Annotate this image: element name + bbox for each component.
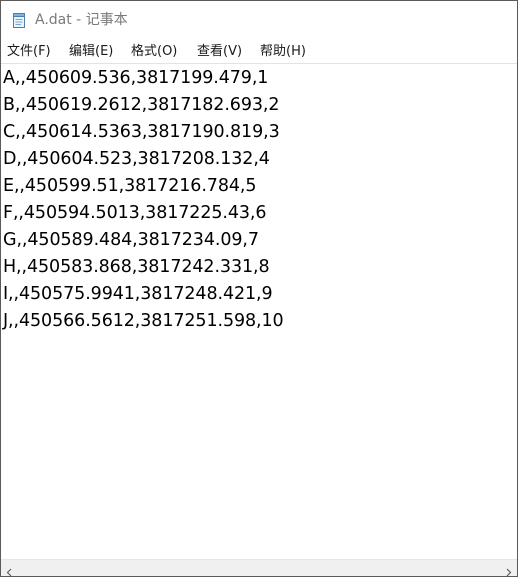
text-line: E,,450599.51,3817216.784,5 — [3, 176, 257, 196]
menu-view[interactable]: 查看(V) — [196, 43, 243, 61]
window-title: A.dat - 记事本 — [35, 12, 128, 28]
chevron-right-icon[interactable] — [503, 563, 514, 576]
horizontal-scrollbar[interactable] — [1, 559, 517, 576]
text-line: C,,450614.5363,3817190.819,3 — [3, 122, 280, 142]
menu-file[interactable]: 文件(F) — [6, 43, 52, 61]
menu-edit[interactable]: 编辑(E) — [68, 43, 114, 61]
text-line: G,,450589.484,3817234.09,7 — [3, 230, 259, 250]
text-line: B,,450619.2612,3817182.693,2 — [3, 95, 280, 115]
text-line: F,,450594.5013,3817225.43,6 — [3, 203, 267, 223]
text-line: J,,450566.5612,3817251.598,10 — [3, 311, 284, 331]
menu-bar: 文件(F) 编辑(E) 格式(O) 查看(V) 帮助(H) — [1, 41, 517, 63]
chevron-left-icon[interactable] — [4, 563, 15, 576]
text-line: I,,450575.9941,3817248.421,9 — [3, 284, 273, 304]
menu-format[interactable]: 格式(O) — [130, 43, 178, 61]
text-line: H,,450583.868,3817242.331,8 — [3, 257, 270, 277]
notepad-window: A.dat - 记事本 文件(F) 编辑(E) 格式(O) 查看(V) 帮助(H… — [0, 0, 518, 577]
notepad-icon[interactable] — [10, 11, 28, 29]
text-line: D,,450604.523,3817208.132,4 — [3, 149, 270, 169]
text-editor[interactable]: A,,450609.536,3817199.479,1 B,,450619.26… — [1, 64, 517, 559]
menu-help[interactable]: 帮助(H) — [259, 43, 307, 61]
title-bar[interactable]: A.dat - 记事本 — [1, 1, 517, 39]
text-line: A,,450609.536,3817199.479,1 — [3, 68, 269, 88]
